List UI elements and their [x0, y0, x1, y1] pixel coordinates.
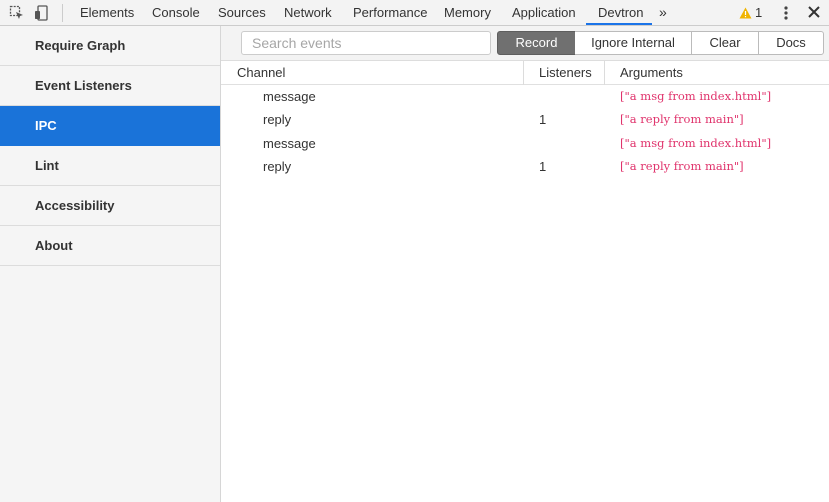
docs-button[interactable]: Docs [758, 31, 824, 55]
arguments-cell: ["a reply from main"] [620, 112, 744, 127]
channel-cell: message [263, 135, 316, 151]
column-header-listeners[interactable]: Listeners [539, 61, 592, 85]
tab-console[interactable]: Console [152, 0, 200, 25]
tab-network[interactable]: Network [284, 0, 332, 25]
ipc-panel: Record Ignore Internal Clear Docs Channe… [221, 26, 829, 502]
channel-cell: reply [263, 112, 292, 128]
warning-indicator[interactable]: 1 [739, 0, 762, 25]
tab-elements[interactable]: Elements [80, 0, 134, 25]
sidebar-item-ipc[interactable]: IPC [0, 106, 220, 146]
arguments-cell: ["a reply from main"] [620, 158, 744, 173]
tab-performance[interactable]: Performance [353, 0, 427, 25]
tab-devtron[interactable]: Devtron [598, 0, 644, 25]
arguments-cell: ["a msg from index.html"] [620, 89, 772, 103]
close-icon[interactable] [805, 3, 823, 21]
channel-cell: message [263, 89, 316, 104]
sidebar-item-about[interactable]: About [0, 226, 220, 266]
column-divider [604, 61, 605, 85]
chevron-overflow-icon[interactable]: » [659, 0, 667, 25]
sidebar-item-lint[interactable]: Lint [0, 146, 220, 186]
sidebar-item-event-listeners[interactable]: Event Listeners [0, 66, 220, 106]
listeners-cell: 1 [539, 112, 547, 128]
channel-cell: reply [263, 158, 292, 174]
arguments-cell: ["a msg from index.html"] [620, 135, 772, 150]
table-row[interactable]: message ["a msg from index.html"] [221, 132, 829, 155]
warning-count: 1 [755, 5, 763, 20]
table-row[interactable]: reply 1 ["a reply from main"] [221, 108, 829, 131]
column-divider [523, 61, 524, 85]
warning-icon [739, 7, 752, 18]
sidebar-item-require-graph[interactable]: Require Graph [0, 26, 220, 66]
device-toolbar-icon[interactable] [33, 4, 51, 22]
active-tab-indicator [586, 23, 652, 25]
column-header-arguments[interactable]: Arguments [620, 61, 683, 85]
ipc-event-list: message ["a msg from index.html"] reply … [221, 85, 829, 178]
search-events-input[interactable] [241, 31, 491, 55]
table-row[interactable]: message ["a msg from index.html"] [221, 85, 829, 108]
devtools-toolbar: Elements Console Sources Network Perform… [0, 0, 829, 26]
column-header-channel[interactable]: Channel [237, 61, 285, 85]
listeners-cell: 1 [539, 158, 547, 174]
clear-button[interactable]: Clear [691, 31, 759, 55]
ipc-toolbar: Record Ignore Internal Clear Docs [221, 26, 829, 61]
tab-application[interactable]: Application [512, 0, 576, 25]
tab-memory[interactable]: Memory [444, 0, 491, 25]
kebab-menu-icon[interactable] [781, 4, 791, 22]
record-button[interactable]: Record [497, 31, 576, 55]
table-header: Channel Listeners Arguments [221, 61, 829, 85]
ignore-internal-button[interactable]: Ignore Internal [575, 31, 692, 55]
tab-sources[interactable]: Sources [218, 0, 266, 25]
toolbar-divider [62, 4, 63, 22]
table-row[interactable]: reply 1 ["a reply from main"] [221, 155, 829, 178]
sidebar-item-accessibility[interactable]: Accessibility [0, 186, 220, 226]
devtron-sidebar: Require Graph Event Listeners IPC Lint A… [0, 26, 221, 502]
inspect-element-icon[interactable] [8, 4, 26, 22]
